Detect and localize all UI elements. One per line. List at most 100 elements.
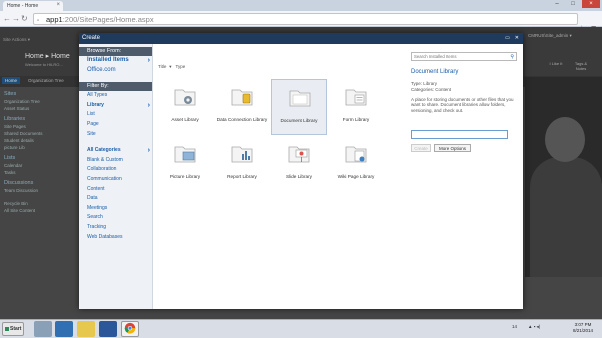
nav-all-site-content[interactable]: All Site Content — [0, 207, 78, 214]
nav-student-details[interactable]: Student details — [0, 137, 78, 144]
sort-by-title[interactable]: Title — [158, 64, 166, 69]
dialog-titlebar: Create ▭ ✕ — [79, 33, 523, 44]
create-button[interactable]: Create — [411, 144, 431, 152]
nav-site-pages[interactable]: Site Pages — [0, 123, 78, 130]
tile-label: Wiki Page Library — [337, 174, 375, 179]
template-gallery: Title ▼ Type Asset Library Data Connectio… — [154, 44, 407, 309]
nav-picture-lib[interactable]: picture Lib — [0, 144, 78, 151]
photo-person-head — [545, 117, 585, 162]
sort-desc-icon: ▼ — [168, 64, 173, 69]
category-tracking[interactable]: Tracking — [79, 223, 152, 233]
chrome-logo-icon — [124, 322, 136, 334]
site-actions-menu[interactable]: Site Actions ▾ — [3, 37, 30, 43]
template-slide-library[interactable]: Slide Library — [271, 136, 327, 192]
reload-icon[interactable]: ↻ — [21, 14, 28, 23]
filter-all-categories[interactable]: All Categories — [79, 146, 152, 156]
i-like-it-button[interactable]: I Like It — [545, 61, 567, 66]
filter-library[interactable]: Library — [79, 101, 152, 111]
category-web-databases[interactable]: Web Databases — [79, 233, 152, 243]
template-data-connection-library[interactable]: Data Connection Library — [214, 79, 270, 135]
url-host: app1 — [46, 15, 63, 24]
taskbar-powershell-icon[interactable] — [55, 321, 73, 337]
tray-badge: 14 — [512, 324, 518, 329]
tab-close-icon[interactable]: × — [56, 2, 60, 8]
search-icon[interactable]: ⚲ — [510, 53, 514, 61]
category-content[interactable]: Content — [79, 185, 152, 195]
quick-launch: Sites Organization Tree Asset Status Lib… — [0, 87, 78, 214]
dialog-maximize-icon[interactable]: ▭ — [505, 33, 510, 44]
template-wiki-page-library[interactable]: Wiki Page Library — [328, 136, 384, 192]
nav-org-tree[interactable]: Organization Tree — [0, 98, 78, 105]
detail-description: A place for storing documents or other f… — [411, 97, 514, 113]
taskbar-word-icon[interactable] — [99, 321, 117, 337]
slide-library-icon — [288, 146, 310, 163]
photo-person-body — [530, 157, 602, 277]
nav-recycle-bin[interactable]: Recycle Bin — [0, 200, 78, 207]
category-data[interactable]: Data — [79, 194, 152, 204]
category-meetings[interactable]: Meetings — [79, 204, 152, 214]
browser-tabbar: Home - Home × – □ × — [0, 0, 602, 11]
template-form-library[interactable]: Form Library — [328, 79, 384, 135]
taskbar-server-manager-icon[interactable] — [34, 321, 52, 337]
more-options-button[interactable]: More Options — [434, 144, 471, 152]
nav-team-discussion[interactable]: Team Discussion — [0, 187, 78, 194]
address-bar[interactable]: ▫ app1:200/SitePages/Home.aspx — [33, 13, 578, 25]
template-asset-library[interactable]: Asset Library — [157, 79, 213, 135]
dialog-close-icon[interactable]: ✕ — [515, 33, 519, 44]
back-icon[interactable]: ← — [3, 14, 11, 23]
site-welcome: Welcome to HILRO... — [25, 62, 63, 67]
site-title: Home ▸ Home — [25, 53, 70, 60]
forward-icon[interactable]: → — [12, 14, 20, 23]
system-clock[interactable]: 3:07 PM 8/21/2014 — [566, 322, 600, 334]
category-search[interactable]: Search — [79, 213, 152, 223]
url-path: :200/SitePages/Home.aspx — [62, 15, 154, 24]
browse-installed-items[interactable]: Installed Items — [79, 56, 152, 66]
tile-label: Slide Library — [285, 174, 313, 179]
asset-library-icon — [174, 89, 196, 106]
taskbar-chrome-icon[interactable] — [121, 321, 139, 337]
nav-tasks[interactable]: Tasks — [0, 169, 78, 176]
window-controls: – □ × — [550, 0, 600, 8]
nav-calendar[interactable]: Calendar — [0, 162, 78, 169]
document-library-icon — [289, 90, 311, 107]
nav-asset-status[interactable]: Asset Status — [0, 105, 78, 112]
tab-organization-tree[interactable]: Organization Tree — [28, 78, 64, 83]
nav-shared-documents[interactable]: Shared Documents — [0, 130, 78, 137]
filter-list[interactable]: List — [79, 110, 152, 120]
filter-all-types[interactable]: All Types — [79, 91, 152, 101]
template-document-library[interactable]: Document Library — [271, 79, 327, 135]
name-input[interactable] — [411, 130, 508, 139]
nav-heading-discussions[interactable]: Discussions — [0, 180, 78, 187]
nav-heading-sites[interactable]: Sites — [0, 91, 78, 98]
template-picture-library[interactable]: Picture Library — [157, 136, 213, 192]
category-blank-custom[interactable]: Blank & Custom — [79, 156, 152, 166]
browse-office-com[interactable]: Office.com — [79, 66, 152, 76]
detail-categories: Categories: Content — [411, 86, 452, 92]
form-library-icon — [345, 89, 367, 106]
maximize-icon[interactable]: □ — [566, 0, 580, 8]
tile-label: Form Library — [342, 117, 370, 122]
tab-home[interactable]: Home — [2, 77, 21, 84]
start-button[interactable]: Start — [2, 322, 24, 336]
filter-page[interactable]: Page — [79, 120, 152, 130]
filter-site[interactable]: Site — [79, 130, 152, 140]
template-report-library[interactable]: Report Library — [214, 136, 270, 192]
tile-label: Picture Library — [169, 174, 201, 179]
tray-icons[interactable]: ▲ ▪ ◂) — [528, 324, 540, 330]
category-collaboration[interactable]: Collaboration — [79, 165, 152, 175]
tab-title: Home - Home — [7, 3, 39, 9]
template-details-pane: Search Installed Items ⚲ Document Librar… — [407, 44, 523, 309]
taskbar-explorer-icon[interactable] — [77, 321, 95, 337]
sort-by-type[interactable]: Type — [175, 64, 185, 69]
clock-date: 8/21/2014 — [572, 328, 594, 333]
window-close-icon[interactable]: × — [582, 0, 600, 8]
nav-heading-libraries[interactable]: Libraries — [0, 116, 78, 123]
report-library-icon — [231, 146, 253, 163]
nav-heading-lists[interactable]: Lists — [0, 155, 78, 162]
minimize-icon[interactable]: – — [550, 0, 564, 8]
search-installed-items[interactable]: Search Installed Items ⚲ — [411, 52, 517, 61]
tags-notes-button[interactable]: Tags & Notes — [570, 61, 592, 71]
browser-tab[interactable]: Home - Home × — [3, 1, 63, 11]
category-communication[interactable]: Communication — [79, 175, 152, 185]
user-menu[interactable]: CMRUS\Site_admin ▾ — [528, 33, 572, 39]
